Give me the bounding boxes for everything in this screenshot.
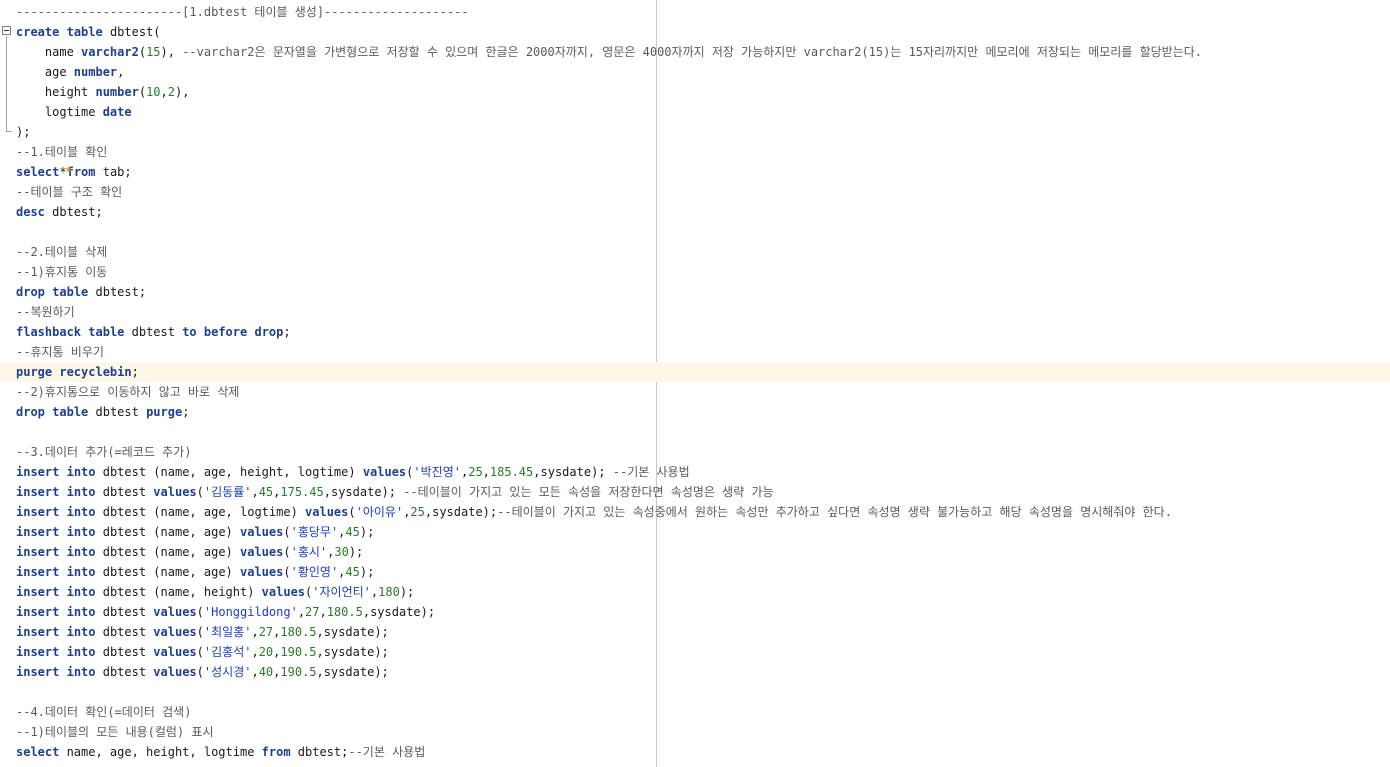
code-line[interactable]: flashback table dbtest to before drop; <box>16 322 1390 342</box>
code-line[interactable]: --1)휴지통 이동 <box>16 262 1390 282</box>
code-line[interactable]: purge recyclebin; <box>0 362 1390 382</box>
code-line[interactable]: --2)휴지통으로 이동하지 않고 바로 삭제 <box>16 382 1390 402</box>
sql-editor[interactable]: -----------------------[1.dbtest 테이블 생성]… <box>0 0 1390 767</box>
code-line[interactable]: ); <box>16 122 1390 142</box>
code-line[interactable]: drop table dbtest purge; <box>16 402 1390 422</box>
code-line[interactable]: insert into dbtest (name, age, height, l… <box>16 462 1390 482</box>
code-line[interactable]: logtime date <box>16 102 1390 122</box>
code-line[interactable]: select*from tab; <box>16 162 1390 182</box>
code-line[interactable] <box>16 222 1390 242</box>
code-line[interactable]: drop table dbtest; <box>16 282 1390 302</box>
code-line[interactable]: insert into dbtest values('김홍석',20,190.5… <box>16 642 1390 662</box>
editor-gutter <box>0 0 14 767</box>
code-line[interactable]: age number, <box>16 62 1390 82</box>
code-line[interactable]: name varchar2(15), --varchar2은 문자열을 가변형으… <box>16 42 1390 62</box>
fold-guide <box>6 36 7 132</box>
code-line[interactable]: insert into dbtest (name, age) values('황… <box>16 562 1390 582</box>
code-line[interactable]: insert into dbtest values('김동률',45,175.4… <box>16 482 1390 502</box>
code-line[interactable]: create table dbtest( <box>16 22 1390 42</box>
code-line[interactable]: --테이블 구조 확인 <box>16 182 1390 202</box>
code-line[interactable]: insert into dbtest (name, height) values… <box>16 582 1390 602</box>
code-line[interactable] <box>16 422 1390 442</box>
code-line[interactable]: height number(10,2), <box>16 82 1390 102</box>
code-line[interactable]: insert into dbtest values('최일홍',27,180.5… <box>16 622 1390 642</box>
code-line[interactable]: --4.데이터 확인(=데이터 검색) <box>16 702 1390 722</box>
code-line[interactable]: --1.테이블 확인 <box>16 142 1390 162</box>
code-line[interactable]: select name, age, height, logtime from d… <box>16 742 1390 762</box>
code-line[interactable]: insert into dbtest values('Honggildong',… <box>16 602 1390 622</box>
code-line[interactable]: --3.데이터 추가(=레코드 추가) <box>16 442 1390 462</box>
code-line[interactable]: insert into dbtest (name, age) values('홍… <box>16 542 1390 562</box>
code-line[interactable]: insert into dbtest (name, age) values('홍… <box>16 522 1390 542</box>
code-line[interactable]: insert into dbtest values('성시경',40,190.5… <box>16 662 1390 682</box>
breakpoint-marker-icon: ✱ <box>66 165 72 175</box>
code-line[interactable]: -----------------------[1.dbtest 테이블 생성]… <box>16 2 1390 22</box>
code-line[interactable]: --복원하기 <box>16 302 1390 322</box>
fold-toggle-icon[interactable] <box>2 26 11 35</box>
code-lines[interactable]: -----------------------[1.dbtest 테이블 생성]… <box>0 2 1390 762</box>
code-line[interactable] <box>16 682 1390 702</box>
code-line[interactable]: --2.테이블 삭제 <box>16 242 1390 262</box>
code-line[interactable]: --1)테이블의 모든 내용(컬럼) 표시 <box>16 722 1390 742</box>
code-line[interactable]: insert into dbtest (name, age, logtime) … <box>16 502 1390 522</box>
fold-guide-end <box>6 131 12 132</box>
code-line[interactable]: desc dbtest; <box>16 202 1390 222</box>
code-line[interactable]: --휴지통 비우기 <box>16 342 1390 362</box>
